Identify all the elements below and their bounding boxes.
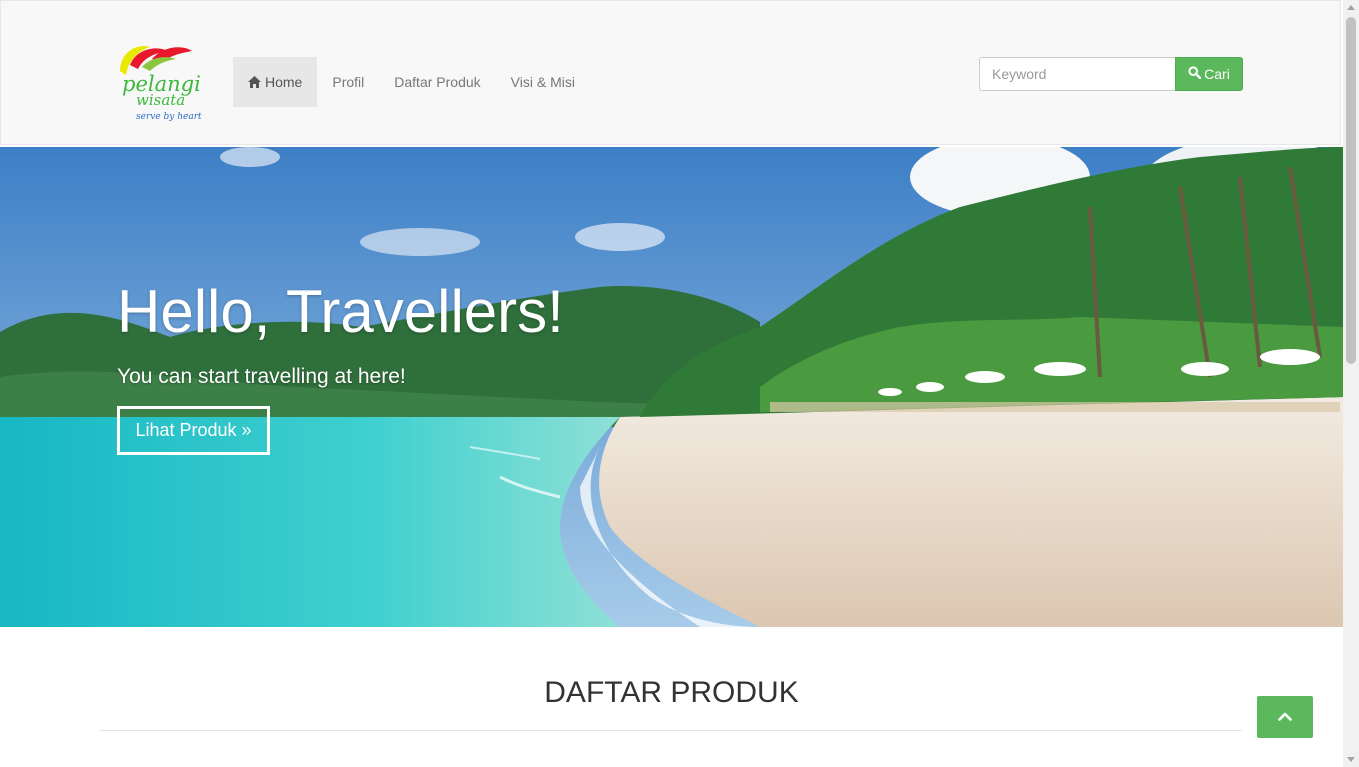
nav-daftar-produk-label: Daftar Produk — [394, 74, 481, 90]
back-to-top-button[interactable] — [1257, 696, 1313, 738]
hero-banner: Hello, Travellers! You can start travell… — [0, 147, 1343, 627]
page-scrollbar[interactable] — [1343, 0, 1359, 767]
nav-profil-label: Profil — [332, 74, 365, 90]
nav-home[interactable]: Home — [233, 57, 318, 107]
nav-home-label: Home — [265, 74, 303, 90]
search-button-label: Cari — [1204, 66, 1230, 82]
navbar: pelangi wisata serve by heart Home Profi… — [0, 0, 1341, 145]
section-divider — [100, 730, 1242, 731]
search-button[interactable]: Cari — [1175, 57, 1243, 91]
nav-visi-misi[interactable]: Visi & Misi — [496, 57, 590, 107]
scroll-up-arrow[interactable] — [1347, 5, 1355, 10]
hero-title: Hello, Travellers! — [117, 278, 564, 345]
logo-tagline: serve by heart — [136, 112, 202, 122]
lihat-produk-button[interactable]: Lihat Produk » — [117, 406, 270, 455]
home-icon — [248, 76, 261, 88]
chevron-up-icon — [1278, 708, 1292, 726]
nav-visi-misi-label: Visi & Misi — [510, 74, 575, 90]
search-form: Cari — [979, 57, 1243, 91]
scroll-thumb[interactable] — [1346, 17, 1356, 364]
search-input[interactable] — [979, 57, 1175, 91]
hero-subtitle: You can start travelling at here! — [117, 365, 406, 388]
section-title: DAFTAR PRODUK — [544, 676, 799, 709]
nav-profil[interactable]: Profil — [317, 57, 379, 107]
scroll-down-arrow[interactable] — [1347, 757, 1355, 762]
main-nav: Home Profil Daftar Produk Visi & Misi — [233, 57, 590, 107]
nav-daftar-produk[interactable]: Daftar Produk — [379, 57, 495, 107]
search-icon — [1188, 66, 1202, 82]
logo-line2: wisata — [136, 91, 185, 109]
brand-logo[interactable]: pelangi wisata serve by heart — [116, 39, 221, 123]
